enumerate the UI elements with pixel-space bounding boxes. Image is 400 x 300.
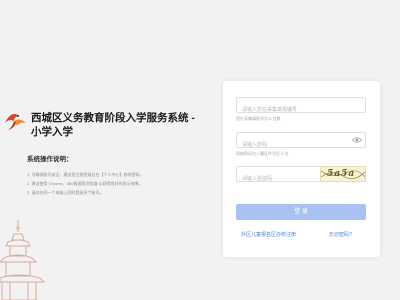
eye-icon[interactable] <box>352 136 362 144</box>
notes-list: 1. 为确保账号安全，建议您注册登录后在【个人中心】修改密码。 2. 建议使用 … <box>27 170 212 197</box>
captcha-text: 5a5a <box>327 169 356 179</box>
captcha-input[interactable] <box>237 172 332 186</box>
password-field[interactable] <box>236 132 366 152</box>
page-title: 西城区义务教育阶段入学服务系统 - 小学入学 <box>31 111 206 139</box>
account-input[interactable] <box>237 103 332 117</box>
account-field[interactable] <box>236 97 366 117</box>
page-title-line-1: 西城区义务教育阶段入学服务系统 - <box>31 112 195 124</box>
note-item: 3. 请勿在同一个电脑上同时登录多个账号。 <box>27 190 104 195</box>
login-card: 您在采集填报号为 8 位数 初始密码为入籍证件号后 6 位 5a5a 登 录 外… <box>223 81 380 257</box>
note-item: 1. 为确保账号安全，建议您注册登录后在【个人中心】修改密码。 <box>27 172 144 177</box>
pagoda-icon <box>0 220 46 300</box>
password-input[interactable] <box>237 138 332 152</box>
captcha-field[interactable]: 5a5a <box>236 166 366 186</box>
page-title-line-2: 小学入学 <box>31 126 73 138</box>
password-hint: 初始密码为入籍证件号后 6 位 <box>236 151 289 156</box>
login-button[interactable]: 登 录 <box>236 204 366 220</box>
captcha-image[interactable]: 5a5a <box>320 166 366 182</box>
account-hint: 您在采集填报号为 8 位数 <box>236 116 281 121</box>
forgot-password-link[interactable]: 忘记密码? <box>329 231 352 238</box>
notes-title: 系统操作说明： <box>27 156 73 163</box>
register-link[interactable]: 外区儿童报名区办校注册 <box>241 231 296 238</box>
note-item: 2. 建议使用 Chrome、360极速版浏览器 以获得良好的显示效果。 <box>27 181 143 186</box>
bird-logo-icon <box>5 114 26 130</box>
